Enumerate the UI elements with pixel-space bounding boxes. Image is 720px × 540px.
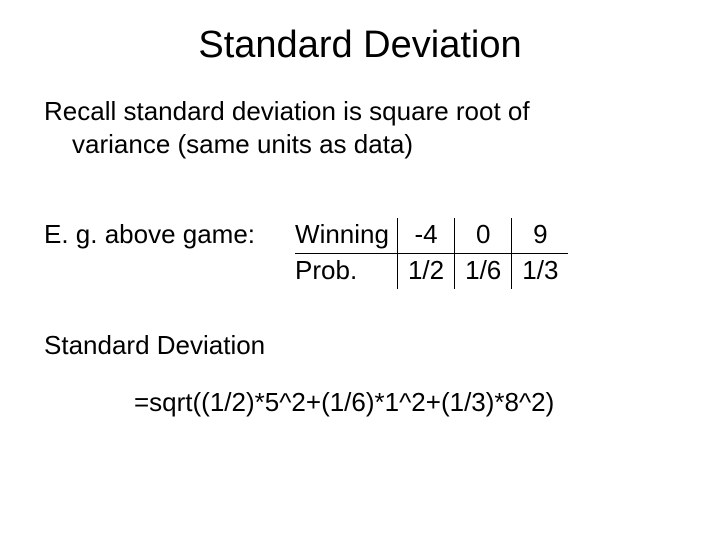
- slide: Standard Deviation Recall standard devia…: [0, 0, 720, 540]
- winning-value-3: 9: [512, 218, 569, 254]
- standard-deviation-formula: =sqrt((1/2)*5^2+(1/6)*1^2+(1/3)*8^2): [44, 386, 676, 419]
- definition-line1: Recall standard deviation is square root…: [44, 96, 530, 126]
- example-label: E. g. above game:: [44, 218, 295, 251]
- example-row: E. g. above game: Winning -4 0 9 Prob. 1…: [44, 218, 676, 290]
- slide-body: Recall standard deviation is square root…: [0, 95, 720, 420]
- table-row: Winning -4 0 9: [295, 218, 568, 254]
- winning-value-2: 0: [455, 218, 512, 254]
- prob-value-1: 1/2: [397, 253, 454, 289]
- definition-paragraph: Recall standard deviation is square root…: [44, 95, 676, 162]
- definition-line2: variance (same units as data): [44, 128, 676, 161]
- prob-label: Prob.: [295, 253, 397, 289]
- winning-label: Winning: [295, 218, 397, 254]
- slide-title: Standard Deviation: [0, 0, 720, 67]
- winning-value-1: -4: [397, 218, 454, 254]
- standard-deviation-label: Standard Deviation: [44, 329, 676, 362]
- distribution-table: Winning -4 0 9 Prob. 1/2 1/6 1/3: [295, 218, 568, 290]
- prob-value-3: 1/3: [512, 253, 569, 289]
- prob-value-2: 1/6: [455, 253, 512, 289]
- table-row: Prob. 1/2 1/6 1/3: [295, 253, 568, 289]
